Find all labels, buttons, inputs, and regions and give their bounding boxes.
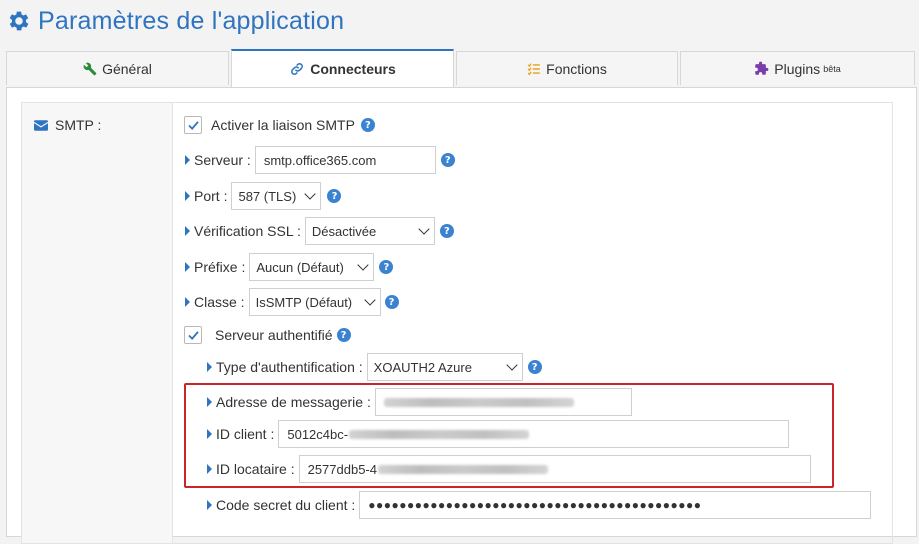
help-icon[interactable]: ?: [379, 260, 394, 274]
help-icon[interactable]: ?: [360, 118, 375, 132]
chevron-down-icon: [506, 359, 518, 371]
smtp-label-text: SMTP :: [55, 117, 102, 133]
auth-server-row: Serveur authentifié ?: [184, 326, 351, 344]
gear-icon: [9, 11, 29, 31]
port-row: Port : 587 (TLS) ?: [185, 182, 342, 210]
port-select[interactable]: 587 (TLS): [231, 182, 322, 210]
port-value: 587 (TLS): [238, 188, 297, 204]
chevron-down-icon: [418, 223, 430, 235]
bullet-arrow-icon: [207, 500, 212, 510]
tab-bar: Général Connecteurs Fonctions Plugins bê…: [6, 49, 917, 87]
chevron-down-icon: [357, 259, 370, 271]
tab-general[interactable]: Général: [6, 51, 229, 85]
tab-fonctions-label: Fonctions: [546, 60, 607, 77]
prefix-select[interactable]: Aucun (Défaut): [249, 253, 375, 281]
class-row: Classe : IsSMTP (Défaut) ?: [185, 288, 399, 316]
bullet-arrow-icon: [207, 362, 212, 372]
beta-badge: bêta: [823, 63, 841, 74]
bullet-arrow-icon: [185, 226, 190, 236]
client-secret-row: Code secret du client : ●●●●●●●●●●●●●●●●…: [207, 491, 872, 519]
auth-type-label: Type d'authentification :: [216, 359, 363, 375]
help-icon[interactable]: ?: [384, 295, 399, 309]
server-row: Serveur : smtp.office365.com ?: [185, 146, 455, 174]
enable-smtp-row: Activer la liaison SMTP ?: [184, 116, 375, 134]
tab-plugins[interactable]: Plugins bêta: [680, 51, 915, 85]
puzzle-icon: [755, 61, 769, 75]
ssl-label: Vérification SSL :: [194, 223, 301, 239]
link-icon: [291, 63, 304, 75]
highlight-box: [184, 383, 834, 488]
chevron-down-icon: [304, 188, 317, 200]
help-icon[interactable]: ?: [527, 360, 542, 374]
prefix-label: Préfixe :: [194, 259, 246, 275]
enable-smtp-label: Activer la liaison SMTP: [211, 117, 355, 133]
tab-connecteurs-label: Connecteurs: [310, 61, 396, 77]
checkmark-icon: [187, 120, 199, 130]
class-value: IsSMTP (Défaut): [255, 294, 353, 310]
client-secret-label: Code secret du client :: [216, 497, 356, 513]
help-icon[interactable]: ?: [440, 153, 455, 167]
client-secret-input[interactable]: ●●●●●●●●●●●●●●●●●●●●●●●●●●●●●●●●●●●●●●●●…: [359, 491, 872, 519]
ssl-select[interactable]: Désactivée: [304, 217, 435, 245]
server-label: Serveur :: [194, 152, 251, 168]
enable-smtp-checkbox[interactable]: [184, 116, 202, 134]
page-title: Paramètres de l'application: [38, 6, 345, 35]
help-icon[interactable]: ?: [439, 224, 454, 238]
tab-general-label: Général: [102, 60, 152, 77]
section-sidebar: SMTP :: [22, 103, 173, 543]
checklist-icon: [527, 62, 540, 75]
envelope-icon: [34, 119, 48, 131]
server-input[interactable]: smtp.office365.com: [254, 146, 436, 174]
auth-type-value: XOAUTH2 Azure: [373, 359, 472, 375]
bullet-arrow-icon: [185, 297, 190, 307]
class-select[interactable]: IsSMTP (Défaut): [248, 288, 381, 316]
help-icon[interactable]: ?: [336, 328, 351, 342]
port-label: Port :: [194, 188, 228, 204]
ssl-row: Vérification SSL : Désactivée ?: [185, 217, 454, 245]
smtp-section-label: SMTP :: [34, 117, 101, 133]
bullet-arrow-icon: [185, 155, 190, 165]
bullet-arrow-icon: [185, 262, 190, 272]
wrench-icon: [83, 62, 97, 75]
auth-type-select[interactable]: XOAUTH2 Azure: [366, 353, 523, 381]
bullet-arrow-icon: [185, 191, 190, 201]
checkmark-icon: [187, 330, 199, 340]
auth-server-label: Serveur authentifié: [215, 327, 333, 343]
prefix-value: Aucun (Défaut): [256, 259, 344, 275]
auth-server-checkbox[interactable]: [184, 326, 202, 344]
tab-connecteurs[interactable]: Connecteurs: [231, 49, 454, 87]
tab-fonctions[interactable]: Fonctions: [456, 51, 678, 85]
tab-plugins-label: Plugins: [774, 60, 821, 77]
auth-type-row: Type d'authentification : XOAUTH2 Azure …: [207, 353, 542, 381]
prefix-row: Préfixe : Aucun (Défaut) ?: [185, 253, 394, 281]
title-bar: Paramètres de l'application: [6, 4, 344, 38]
ssl-value: Désactivée: [311, 223, 377, 239]
help-icon[interactable]: ?: [327, 189, 342, 203]
class-label: Classe :: [194, 294, 245, 310]
chevron-down-icon: [363, 294, 376, 306]
